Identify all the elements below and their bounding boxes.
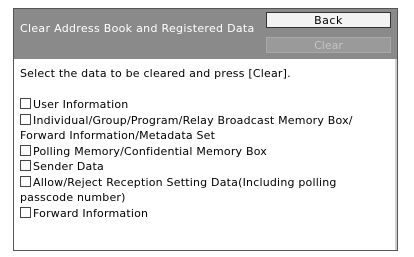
option-sender-data[interactable]: Sender Data — [20, 159, 392, 175]
title-bar: Clear Address Book and Registered Data B… — [14, 9, 397, 59]
clear-button[interactable]: Clear — [266, 37, 391, 53]
back-button[interactable]: Back — [266, 12, 391, 28]
checkbox[interactable] — [20, 113, 31, 125]
dialog-panel: Clear Address Book and Registered Data B… — [13, 8, 398, 251]
instruction-text: Select the data to be cleared and press … — [20, 67, 291, 80]
option-label: User Information — [33, 98, 129, 111]
option-polling-memory[interactable]: Polling Memory/Confidential Memory Box — [20, 144, 392, 160]
option-user-information[interactable]: User Information — [20, 97, 392, 113]
option-individual-group-program[interactable]: Individual/Group/Program/Relay Broadcast… — [20, 113, 392, 144]
option-label: Forward Information — [33, 206, 149, 220]
option-label: Polling Memory/Confidential Memory Box — [33, 144, 268, 158]
scroll-edge — [395, 59, 397, 250]
checkbox[interactable] — [20, 98, 31, 109]
checkbox[interactable] — [20, 206, 31, 218]
option-label: Individual/Group/Program/Relay Broadcast… — [20, 113, 353, 143]
checkbox[interactable] — [20, 175, 31, 187]
option-forward-information[interactable]: Forward Information — [20, 206, 392, 222]
option-label: Allow/Reject Reception Setting Data(Incl… — [20, 175, 337, 205]
checkbox[interactable] — [20, 160, 31, 171]
option-allow-reject-reception[interactable]: Allow/Reject Reception Setting Data(Incl… — [20, 175, 392, 206]
options-list: User Information Individual/Group/Progra… — [20, 97, 392, 221]
option-label: Sender Data — [33, 160, 104, 173]
dialog-title: Clear Address Book and Registered Data — [20, 22, 255, 35]
checkbox[interactable] — [20, 144, 31, 156]
